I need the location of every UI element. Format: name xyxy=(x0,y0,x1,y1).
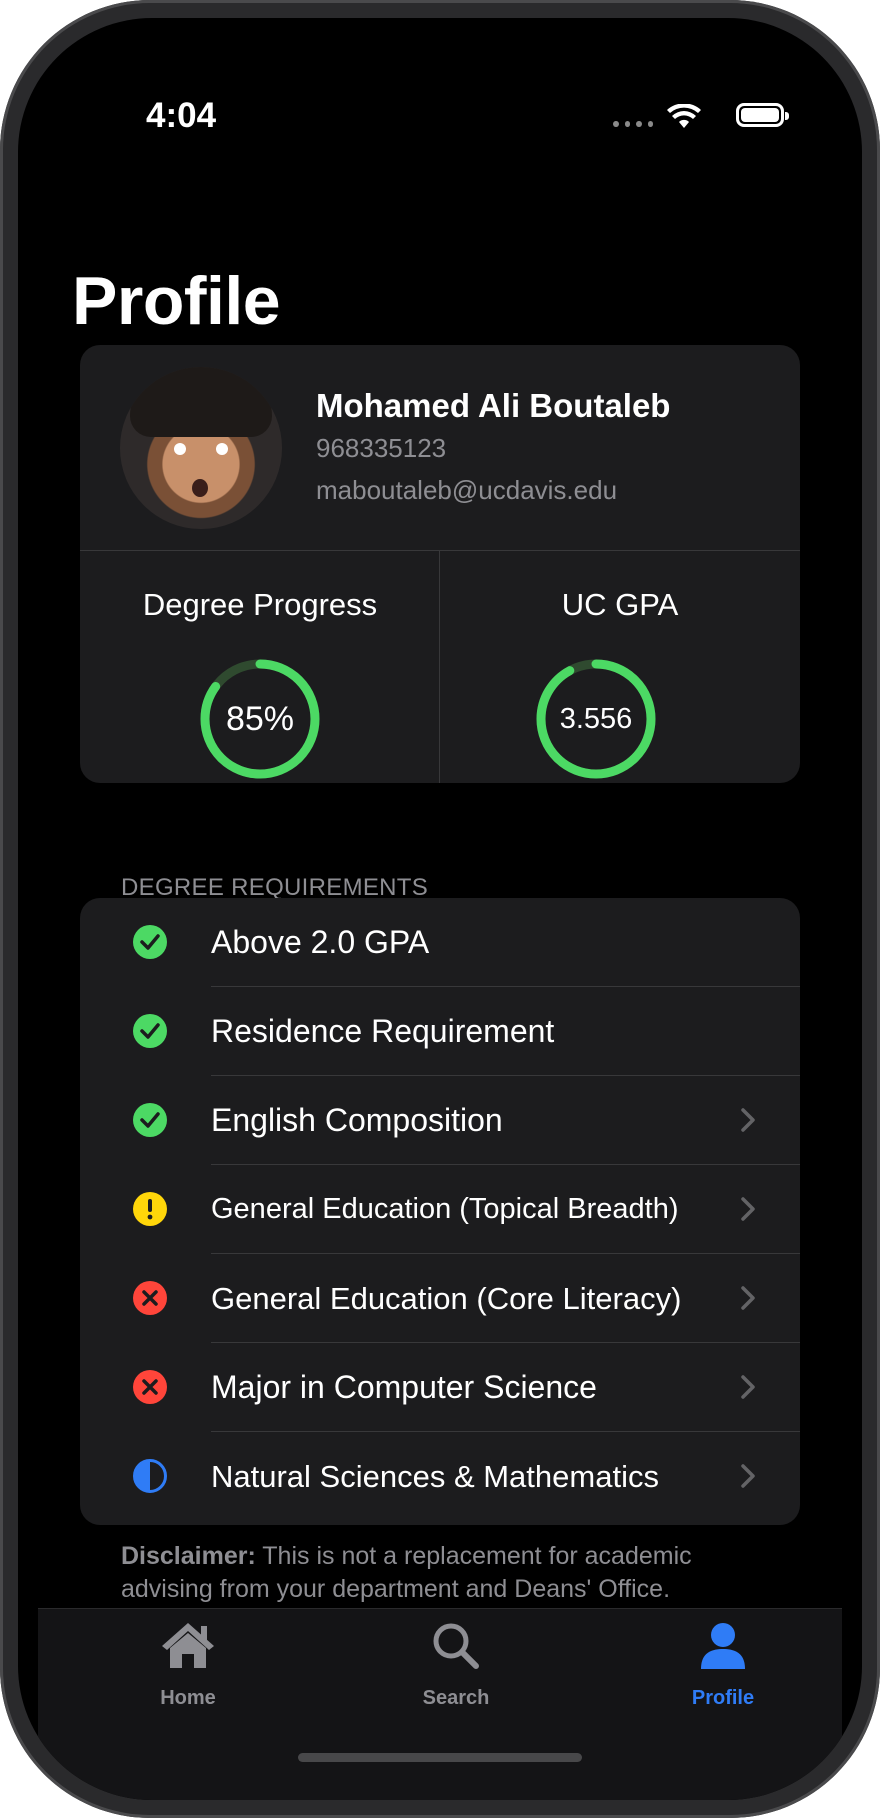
disclaimer-text: Disclaimer: This is not a replacement fo… xyxy=(121,1540,771,1606)
requirement-label: General Education (Core Literacy) xyxy=(211,1280,682,1316)
disclaimer-bold: Disclaimer: xyxy=(121,1542,256,1570)
requirement-row-gpa[interactable]: Above 2.0 GPA xyxy=(80,898,800,987)
requirement-label: Major in Computer Science xyxy=(211,1369,597,1405)
requirement-label: General Education (Topical Breadth) xyxy=(211,1193,679,1225)
requirement-label: English Composition xyxy=(211,1102,503,1138)
gpa-value: 3.556 xyxy=(559,702,633,735)
status-time: 4:04 xyxy=(146,96,217,135)
tab-label: Profile xyxy=(691,1687,755,1709)
page-title: Profile xyxy=(72,263,281,339)
gpa-label: UC GPA xyxy=(561,587,679,622)
degree-progress-value: 85% xyxy=(225,699,295,738)
screen: 4:04 Profile Mohamed Ali Boutaleb 968335… xyxy=(18,18,862,1800)
tab-label: Home xyxy=(160,1687,216,1709)
requirement-row-ge-core-literacy[interactable]: General Education (Core Literacy) xyxy=(80,1254,800,1343)
chevron-right-icon xyxy=(741,1375,755,1399)
cellular-signal-icon xyxy=(613,121,653,129)
student-id: 968335123 xyxy=(316,433,447,463)
profile-email: maboutaleb@ucdavis.edu xyxy=(316,475,618,505)
requirement-row-residence[interactable]: Residence Requirement xyxy=(80,987,800,1076)
requirement-label: Residence Requirement xyxy=(211,1013,555,1049)
requirements-list: Above 2.0 GPA Residence Requirement Engl… xyxy=(80,898,800,1525)
checkmark-circle-icon xyxy=(133,1014,167,1048)
wifi-icon xyxy=(667,104,701,128)
house-icon xyxy=(162,1623,214,1668)
chevron-right-icon xyxy=(741,1286,755,1310)
avatar xyxy=(120,367,282,529)
tab-profile[interactable]: Profile xyxy=(623,1617,823,1717)
requirement-row-major-cs[interactable]: Major in Computer Science xyxy=(80,1343,800,1432)
half-circle-icon xyxy=(133,1459,167,1493)
device-frame: 4:04 Profile Mohamed Ali Boutaleb 968335… xyxy=(0,0,880,1818)
profile-card: Mohamed Ali Boutaleb 968335123 maboutale… xyxy=(80,345,800,783)
requirement-row-natural-sciences[interactable]: Natural Sciences & Mathematics xyxy=(80,1432,800,1521)
magnifying-glass-icon xyxy=(433,1623,479,1669)
tab-label: Search xyxy=(422,1687,490,1709)
xmark-circle-icon xyxy=(133,1281,167,1315)
tab-home[interactable]: Home xyxy=(88,1617,288,1717)
chevron-right-icon xyxy=(741,1108,755,1132)
exclamation-circle-icon xyxy=(133,1192,167,1226)
checkmark-circle-icon xyxy=(133,1103,167,1137)
chevron-right-icon xyxy=(741,1464,755,1488)
person-icon xyxy=(701,1623,745,1669)
requirement-label: Natural Sciences & Mathematics xyxy=(211,1458,659,1494)
tab-bar: Home Search Profile xyxy=(38,1608,842,1800)
requirement-row-ge-topical-breadth[interactable]: General Education (Topical Breadth) xyxy=(80,1165,800,1254)
requirement-row-english-composition[interactable]: English Composition xyxy=(80,1076,800,1165)
xmark-circle-icon xyxy=(133,1370,167,1404)
home-indicator xyxy=(298,1753,582,1762)
requirement-label: Above 2.0 GPA xyxy=(211,924,430,960)
checkmark-circle-icon xyxy=(133,925,167,959)
divider xyxy=(80,550,800,551)
degree-progress-label: Degree Progress xyxy=(142,587,378,622)
battery-icon xyxy=(736,103,789,127)
chevron-right-icon xyxy=(741,1197,755,1221)
tab-search[interactable]: Search xyxy=(356,1617,556,1717)
profile-name: Mohamed Ali Boutaleb xyxy=(316,387,671,424)
divider xyxy=(439,551,440,783)
